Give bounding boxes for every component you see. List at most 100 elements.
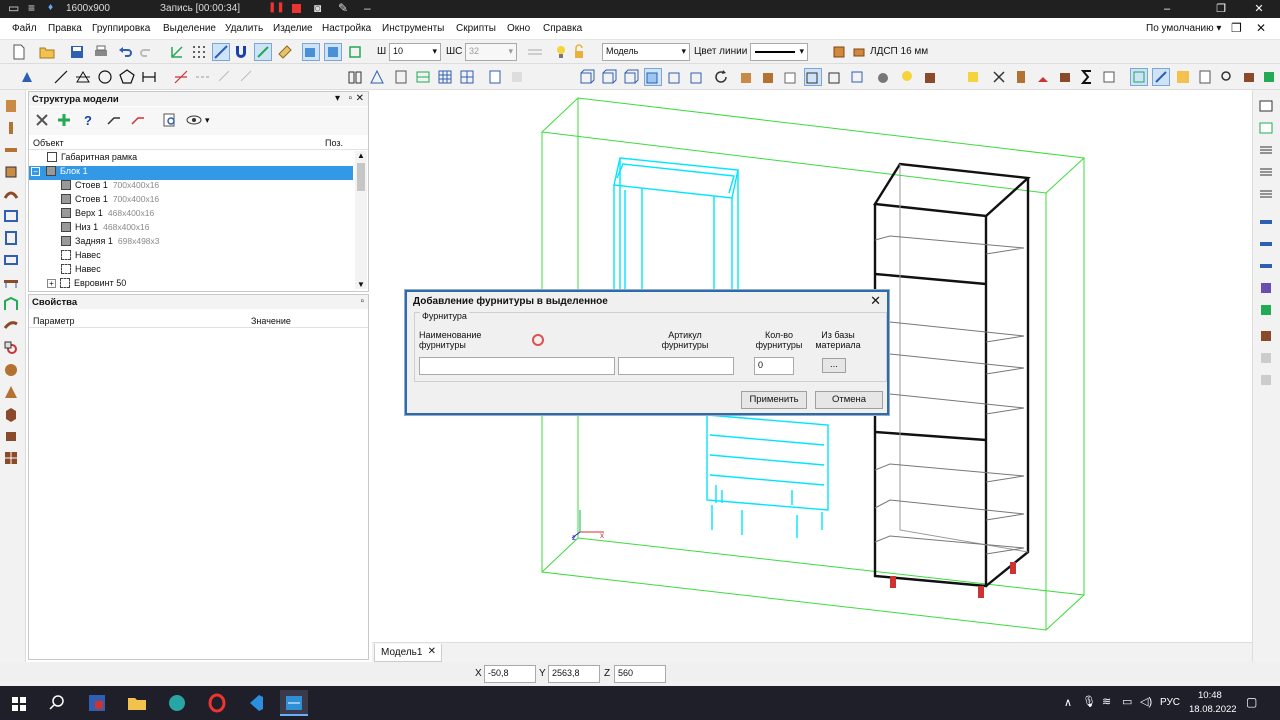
countertop-icon[interactable] — [3, 274, 21, 292]
pause-icon[interactable]: ❚❚ — [268, 2, 285, 13]
language-indicator[interactable]: РУС — [1160, 697, 1180, 708]
restore-doc-icon[interactable]: ❐ — [1231, 21, 1242, 35]
right-tool-3-icon[interactable] — [1258, 142, 1276, 160]
right-tool-5-icon[interactable] — [1258, 186, 1276, 204]
right-tool-1-icon[interactable] — [1258, 98, 1276, 116]
menu-settings[interactable]: Настройка — [322, 23, 371, 34]
material-library-icon[interactable] — [922, 68, 940, 86]
polygon-tool-icon[interactable] — [118, 68, 136, 86]
menu-group[interactable]: Группировка — [92, 23, 150, 34]
document-icon[interactable] — [486, 68, 504, 86]
panel-corner-icon[interactable] — [368, 68, 386, 86]
article-input[interactable] — [618, 357, 734, 375]
profile-dropdown[interactable]: По умолчанию ▾ — [1146, 23, 1221, 34]
sum-icon[interactable] — [1078, 68, 1096, 86]
z-input[interactable]: 560 — [614, 665, 666, 683]
fillet-tool-icon[interactable] — [238, 68, 256, 86]
solid-render-icon[interactable] — [738, 68, 756, 86]
ruler-icon[interactable] — [276, 43, 294, 61]
new-file-icon[interactable] — [10, 43, 28, 61]
menu-file[interactable]: Файл — [12, 23, 37, 34]
right-tool-10-icon[interactable] — [1258, 302, 1276, 320]
dashed-line-icon[interactable] — [194, 68, 212, 86]
panel-pin-icon[interactable]: ▾ — [335, 93, 340, 104]
close-doc-icon[interactable]: ✕ — [1256, 21, 1266, 35]
open-folder-icon[interactable] — [38, 43, 56, 61]
shaded-render-icon[interactable] — [782, 68, 800, 86]
query-icon[interactable]: ? — [79, 111, 97, 129]
report-icon[interactable] — [1100, 68, 1118, 86]
door-icon[interactable] — [3, 230, 21, 248]
menu-select[interactable]: Выделение — [163, 23, 216, 34]
view-top-icon[interactable] — [600, 68, 618, 86]
properties-toggle-icon[interactable] — [1152, 68, 1170, 86]
grid-icon[interactable] — [190, 43, 208, 61]
right-tool-2-icon[interactable] — [1258, 120, 1276, 138]
menu-scripts[interactable]: Скрипты — [456, 23, 496, 34]
panel-float-icon[interactable]: ▫ — [360, 296, 364, 307]
box-icon[interactable] — [1056, 68, 1074, 86]
drawer-icon[interactable] — [3, 252, 21, 270]
frame-icon[interactable] — [3, 208, 21, 226]
xray-icon[interactable] — [848, 68, 866, 86]
right-tool-9-icon[interactable] — [1258, 280, 1276, 298]
add-object-icon[interactable] — [55, 111, 73, 129]
pen-icon[interactable]: ✎ — [338, 1, 348, 15]
zoom-icon[interactable] — [1218, 68, 1236, 86]
menu-tools[interactable]: Инструменты — [382, 23, 444, 34]
material-board-icon[interactable] — [850, 43, 868, 61]
triangle-tool-icon[interactable] — [74, 68, 92, 86]
menu-window[interactable]: Окно — [507, 23, 530, 34]
view-mode-2-icon[interactable] — [324, 43, 342, 61]
y-input[interactable]: 2563,8 — [548, 665, 600, 683]
wireframe-render-icon[interactable] — [804, 68, 822, 86]
line-color-select[interactable]: ▾ — [750, 43, 808, 61]
tree-row-hardware[interactable]: Навес — [61, 250, 101, 264]
browse-base-button[interactable]: ... — [822, 358, 846, 373]
view-bottom-icon[interactable] — [688, 68, 706, 86]
print-icon[interactable] — [92, 43, 110, 61]
snap-line-icon[interactable] — [212, 43, 230, 61]
scissors-icon[interactable] — [990, 68, 1008, 86]
plinth-icon[interactable] — [3, 296, 21, 314]
move-arrow-icon[interactable] — [105, 111, 123, 129]
snap-points-icon[interactable] — [168, 43, 186, 61]
magnet-icon[interactable] — [232, 43, 250, 61]
profile-icon[interactable] — [3, 318, 21, 336]
panel-close-icon[interactable]: ✕ — [356, 93, 364, 104]
vscode-icon[interactable] — [244, 692, 266, 714]
layer-select[interactable]: Модель ▾ — [602, 43, 690, 61]
list-icon[interactable] — [1196, 68, 1214, 86]
stop-icon[interactable] — [292, 4, 301, 13]
cloud-icon[interactable] — [874, 68, 892, 86]
view-mode-1-icon[interactable] — [302, 43, 320, 61]
tab-model1[interactable]: Модель1 ✕ — [374, 644, 442, 662]
network-icon[interactable]: ▭ — [1122, 695, 1132, 708]
save-icon[interactable] — [68, 43, 86, 61]
cone-icon[interactable] — [3, 384, 21, 402]
wifi-icon[interactable]: ≋ — [1102, 695, 1111, 708]
render-icon[interactable] — [1260, 68, 1278, 86]
tree-row-block[interactable]: − Блок 1 — [29, 166, 353, 180]
right-tool-13-icon[interactable] — [1258, 372, 1276, 390]
eye-icon[interactable] — [185, 111, 203, 129]
minimize-recorder-icon[interactable]: – — [364, 1, 371, 15]
tree-row-panel[interactable]: Верх 1 468x400x16 — [61, 208, 154, 222]
camera-icon[interactable]: ◙ — [314, 1, 321, 15]
snap-edge-icon[interactable] — [254, 43, 272, 61]
menu-edit[interactable]: Правка — [48, 23, 82, 34]
scroll-thumb[interactable] — [357, 163, 365, 191]
tools-icon[interactable] — [33, 111, 51, 129]
scroll-up-icon[interactable]: ▲ — [357, 151, 365, 160]
light-icon[interactable] — [898, 68, 916, 86]
menu-product[interactable]: Изделие — [273, 23, 313, 34]
redo-icon[interactable] — [138, 43, 156, 61]
panel-front-icon[interactable] — [346, 68, 364, 86]
view-front-icon[interactable] — [578, 68, 596, 86]
tray-chevron-icon[interactable]: ∧ — [1064, 696, 1072, 709]
apply-button[interactable]: Применить — [741, 391, 807, 409]
block-icon[interactable] — [3, 428, 21, 446]
dimension-tool-icon[interactable] — [140, 68, 158, 86]
export-icon[interactable] — [1240, 68, 1258, 86]
file-explorer-icon[interactable] — [126, 692, 148, 714]
